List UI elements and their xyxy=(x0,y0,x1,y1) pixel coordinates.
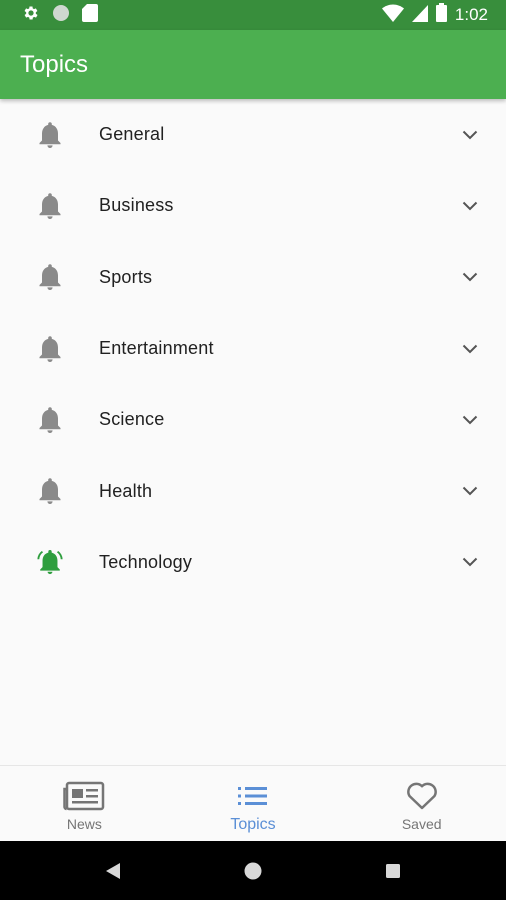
topic-label: Health xyxy=(99,480,153,501)
nav-item-topics[interactable]: Topics xyxy=(169,766,338,841)
home-icon[interactable] xyxy=(183,841,323,900)
gear-icon xyxy=(22,4,40,27)
topic-row-science[interactable]: Science xyxy=(0,384,506,455)
topic-row-business[interactable]: Business xyxy=(0,170,506,241)
topic-list: General Business Sports Entertainment Sc… xyxy=(0,99,506,598)
topic-row-sports[interactable]: Sports xyxy=(0,242,506,313)
battery-icon xyxy=(435,3,447,27)
newspaper-icon xyxy=(63,780,105,812)
page-title: Topics xyxy=(20,50,89,78)
status-bar: 1:02 xyxy=(0,0,506,30)
status-right-icons: 1:02 xyxy=(381,3,488,27)
topic-label: Technology xyxy=(99,551,193,572)
nav-item-saved[interactable]: Saved xyxy=(337,766,506,841)
nav-item-news[interactable]: News xyxy=(0,766,169,841)
sd-card-icon xyxy=(82,3,98,27)
bell-icon[interactable] xyxy=(36,263,64,291)
bottom-navigation: News Topics Saved xyxy=(0,765,506,841)
chevron-down-icon[interactable] xyxy=(458,408,482,432)
bell-icon[interactable] xyxy=(36,192,64,220)
chevron-down-icon[interactable] xyxy=(458,194,482,218)
topic-row-technology[interactable]: Technology xyxy=(0,527,506,598)
system-navigation-bar xyxy=(0,841,506,900)
heart-icon xyxy=(405,780,439,812)
nav-label: News xyxy=(66,816,102,832)
recents-icon[interactable] xyxy=(323,841,463,900)
topic-label: Entertainment xyxy=(99,338,214,359)
nav-label: Topics xyxy=(230,816,276,833)
app-bar: Topics xyxy=(0,30,506,99)
bell-icon[interactable] xyxy=(36,335,64,363)
chevron-down-icon[interactable] xyxy=(458,337,482,361)
topic-row-entertainment[interactable]: Entertainment xyxy=(0,313,506,384)
nav-label: Saved xyxy=(401,816,442,832)
cell-signal-icon xyxy=(411,4,428,27)
chevron-down-icon[interactable] xyxy=(458,479,482,503)
back-icon[interactable] xyxy=(43,841,183,900)
list-icon xyxy=(237,780,269,812)
topic-label: General xyxy=(99,124,165,145)
topic-row-health[interactable]: Health xyxy=(0,455,506,526)
wifi-icon xyxy=(381,4,404,27)
chevron-down-icon[interactable] xyxy=(458,265,482,289)
status-time: 1:02 xyxy=(454,5,488,24)
chevron-down-icon[interactable] xyxy=(458,550,482,574)
topic-row-general[interactable]: General xyxy=(0,99,506,170)
bell-ringing-icon[interactable] xyxy=(36,548,64,576)
topic-label: Business xyxy=(99,195,174,216)
bell-icon[interactable] xyxy=(36,406,64,434)
topic-label: Sports xyxy=(99,266,153,287)
circle-icon xyxy=(52,4,70,27)
bell-icon[interactable] xyxy=(36,121,64,149)
chevron-down-icon[interactable] xyxy=(458,123,482,147)
topic-label: Science xyxy=(99,409,165,430)
status-left-icons xyxy=(22,3,98,27)
bell-icon[interactable] xyxy=(36,477,64,505)
